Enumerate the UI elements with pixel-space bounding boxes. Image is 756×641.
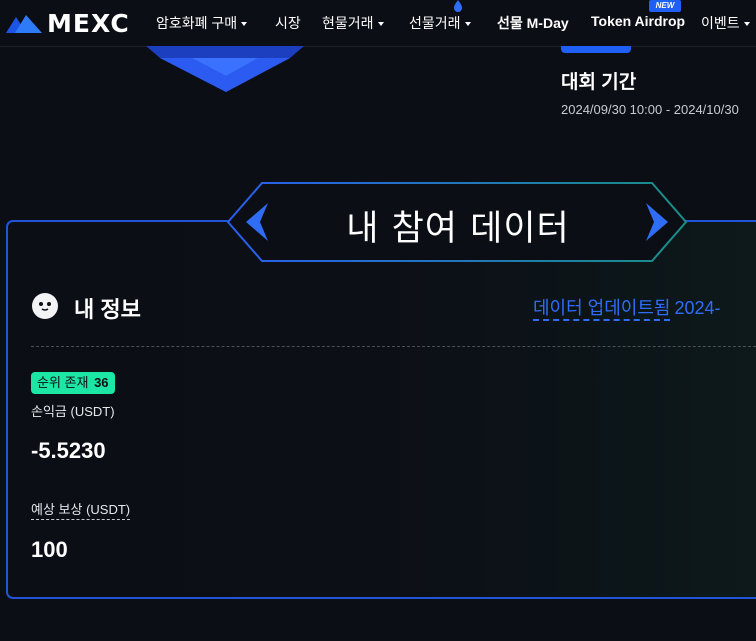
nav-label: 암호화폐 구매 — [156, 15, 238, 31]
chevron-down-icon — [377, 21, 384, 26]
my-info-title: 내 정보 — [74, 297, 141, 322]
data-updated-label: 데이터 업데이트됨 — [533, 298, 671, 321]
divider — [31, 346, 756, 347]
nav-label: 시장 — [275, 15, 301, 31]
nav-label: 선물 M-Day — [497, 15, 569, 31]
chevron-down-icon — [241, 21, 248, 26]
fire-drop-icon — [454, 0, 462, 12]
competition-period-range: 2024/09/30 10:00 - 2024/10/30 — [561, 102, 739, 117]
chevron-down-icon — [464, 21, 471, 26]
nav-label: 선물거래 — [409, 15, 461, 31]
mexc-logo[interactable]: MEXC — [6, 8, 130, 38]
competition-period-title: 대회 기간 — [561, 72, 637, 93]
rank-value: 36 — [94, 375, 109, 390]
mexc-logo-icon — [6, 15, 42, 33]
data-updated-info[interactable]: 데이터 업데이트됨 2024- — [533, 294, 721, 321]
nav-label: 이벤트 — [701, 15, 740, 31]
expected-reward-label[interactable]: 예상 보상 (USDT) — [31, 499, 131, 520]
nav-token-airdrop[interactable]: Token Airdrop — [591, 13, 685, 29]
nav-label: Token Airdrop — [591, 13, 686, 29]
pnl-value: -5.5230 — [31, 438, 106, 463]
section-title: 내 참여 데이터 — [346, 209, 570, 249]
nav-events[interactable]: 이벤트 — [701, 13, 750, 33]
chevron-down-icon — [743, 21, 750, 26]
rank-badge: 순위 존재 36 — [31, 372, 115, 394]
expected-reward-value: 100 — [31, 537, 68, 562]
top-nav: MEXC 암호화폐 구매 시장 현물거래 선물거래 선물 M-Day NEW T… — [0, 0, 756, 47]
nav-spot[interactable]: 현물거래 — [322, 13, 384, 33]
logo-text: MEXC — [47, 8, 130, 38]
rank-label: 순위 존재 — [37, 375, 89, 390]
nav-markets[interactable]: 시장 — [275, 13, 301, 33]
my-data-card — [6, 220, 756, 599]
nav-buy-crypto[interactable]: 암호화폐 구매 — [156, 13, 248, 33]
data-updated-date: 2024- — [674, 298, 721, 318]
pnl-label: 손익금 (USDT) — [31, 404, 115, 419]
new-badge: NEW — [649, 0, 681, 12]
nav-futures-mday[interactable]: 선물 M-Day — [497, 13, 569, 33]
nav-futures[interactable]: 선물거래 — [409, 13, 471, 33]
gem-graphic — [146, 46, 304, 92]
smiley-icon — [32, 293, 58, 319]
period-accent-bar — [561, 46, 631, 53]
nav-label: 현물거래 — [322, 15, 374, 31]
